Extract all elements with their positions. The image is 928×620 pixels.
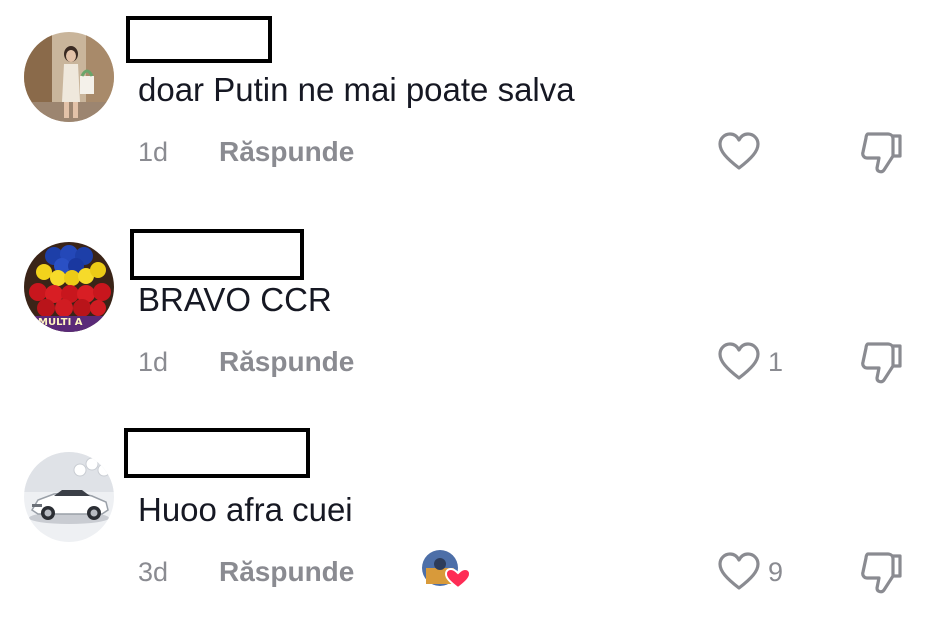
- username-redacted[interactable]: [126, 16, 272, 63]
- comment-text: Huoo afra cuei: [138, 491, 353, 528]
- user-avatar[interactable]: [24, 32, 114, 122]
- creator-liked-badge: [420, 548, 472, 590]
- comment-item: MULTI A BRAVO CCR 1d Răspunde 1: [0, 210, 928, 410]
- like-button[interactable]: [716, 552, 762, 592]
- thumbs-down-outline-icon: [861, 342, 902, 384]
- reply-button[interactable]: Răspunde: [219, 555, 354, 589]
- like-button[interactable]: [716, 342, 762, 382]
- like-count: 9: [768, 557, 784, 587]
- comment-text: doar Putin ne mai poate salva: [138, 71, 575, 108]
- thumbs-down-outline-icon: [861, 132, 902, 174]
- like-count: 1: [768, 347, 784, 377]
- comment-timestamp: 3d: [138, 557, 169, 587]
- thumbs-down-outline-icon: [861, 552, 902, 594]
- reply-button[interactable]: Răspunde: [219, 135, 354, 169]
- avatar-caption: MULTI A: [38, 317, 83, 328]
- user-avatar[interactable]: MULTI A: [24, 242, 114, 332]
- comment-item: doar Putin ne mai poate salva 1d Răspund…: [0, 0, 928, 200]
- heart-outline-icon: [718, 552, 760, 590]
- comment-timestamp: 1d: [138, 137, 169, 167]
- username-redacted[interactable]: [130, 229, 304, 280]
- heart-outline-icon: [718, 132, 760, 170]
- comment-timestamp: 1d: [138, 347, 169, 377]
- comment-text: BRAVO CCR: [138, 281, 332, 318]
- avatar-car-icon: [24, 452, 114, 542]
- like-button[interactable]: [716, 132, 762, 172]
- comment-item: Huoo afra cuei 3d Răspunde 9: [0, 420, 928, 620]
- reply-button[interactable]: Răspunde: [219, 345, 354, 379]
- username-redacted[interactable]: [124, 428, 310, 478]
- dislike-button[interactable]: [858, 340, 904, 384]
- dislike-button[interactable]: [858, 130, 904, 174]
- creator-liked-heart-badge-icon: [422, 550, 472, 590]
- avatar-photo-icon: [24, 32, 114, 122]
- user-avatar[interactable]: [24, 452, 114, 542]
- heart-outline-icon: [718, 342, 760, 380]
- dislike-button[interactable]: [858, 550, 904, 594]
